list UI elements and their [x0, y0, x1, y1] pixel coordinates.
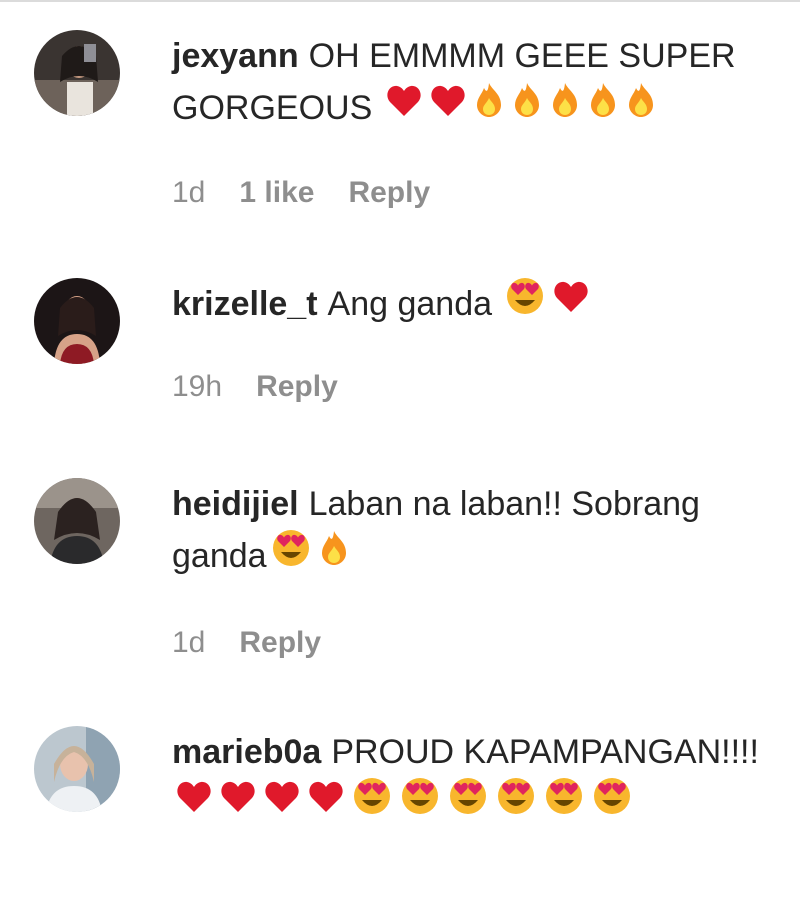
heart-eyes-icon [400, 776, 440, 831]
comment-username[interactable]: krizelle_t [172, 285, 318, 323]
comment-username[interactable]: heidijiel [172, 485, 299, 523]
comment-meta: 19h Reply [172, 370, 772, 404]
comment-text: krizelle_t Ang ganda [172, 276, 772, 334]
comment-likes[interactable]: 1 like [239, 176, 314, 209]
comment-text: marieb0a PROUD KAPAMPANGAN!!!! [172, 726, 772, 834]
red-heart-icon [264, 777, 300, 829]
heart-eyes-icon [592, 776, 632, 831]
heart-eyes-icon [271, 528, 311, 583]
comment-meta: 1d 1 like Reply [172, 176, 772, 210]
comment-time[interactable]: 19h [172, 370, 222, 403]
fire-icon [319, 529, 349, 581]
comment-message: Ang ganda [327, 285, 493, 323]
heart-eyes-icon [448, 776, 488, 831]
fire-icon [474, 81, 504, 133]
comment-text: jexyann OH EMMMM GEEE SUPER GORGEOUS [172, 30, 772, 136]
red-heart-icon [308, 777, 344, 829]
avatar[interactable] [34, 478, 120, 564]
avatar[interactable] [34, 278, 120, 364]
red-heart-icon [430, 81, 466, 133]
fire-icon [626, 81, 656, 133]
comment-username[interactable]: marieb0a [172, 733, 321, 771]
heart-eyes-icon [505, 276, 545, 331]
red-heart-icon [220, 777, 256, 829]
comment-time[interactable]: 1d [172, 626, 205, 659]
comment-text: heidijiel Laban na laban!! Sobrang ganda [172, 478, 772, 586]
red-heart-icon [553, 277, 589, 329]
comment-time[interactable]: 1d [172, 176, 205, 209]
heart-eyes-icon [544, 776, 584, 831]
red-heart-icon [386, 81, 422, 133]
reply-button[interactable]: Reply [256, 370, 338, 403]
heart-eyes-icon [496, 776, 536, 831]
avatar[interactable] [34, 726, 120, 812]
comment-message: PROUD KAPAMPANGAN!!!! [331, 733, 759, 771]
fire-icon [512, 81, 542, 133]
reply-button[interactable]: Reply [239, 626, 321, 659]
fire-icon [550, 81, 580, 133]
avatar[interactable] [34, 30, 120, 116]
top-divider [0, 0, 800, 2]
heart-eyes-icon [352, 776, 392, 831]
reply-button[interactable]: Reply [348, 176, 430, 209]
red-heart-icon [176, 777, 212, 829]
comment-username[interactable]: jexyann [172, 37, 299, 75]
comment-meta: 1d Reply [172, 626, 772, 660]
fire-icon [588, 81, 618, 133]
